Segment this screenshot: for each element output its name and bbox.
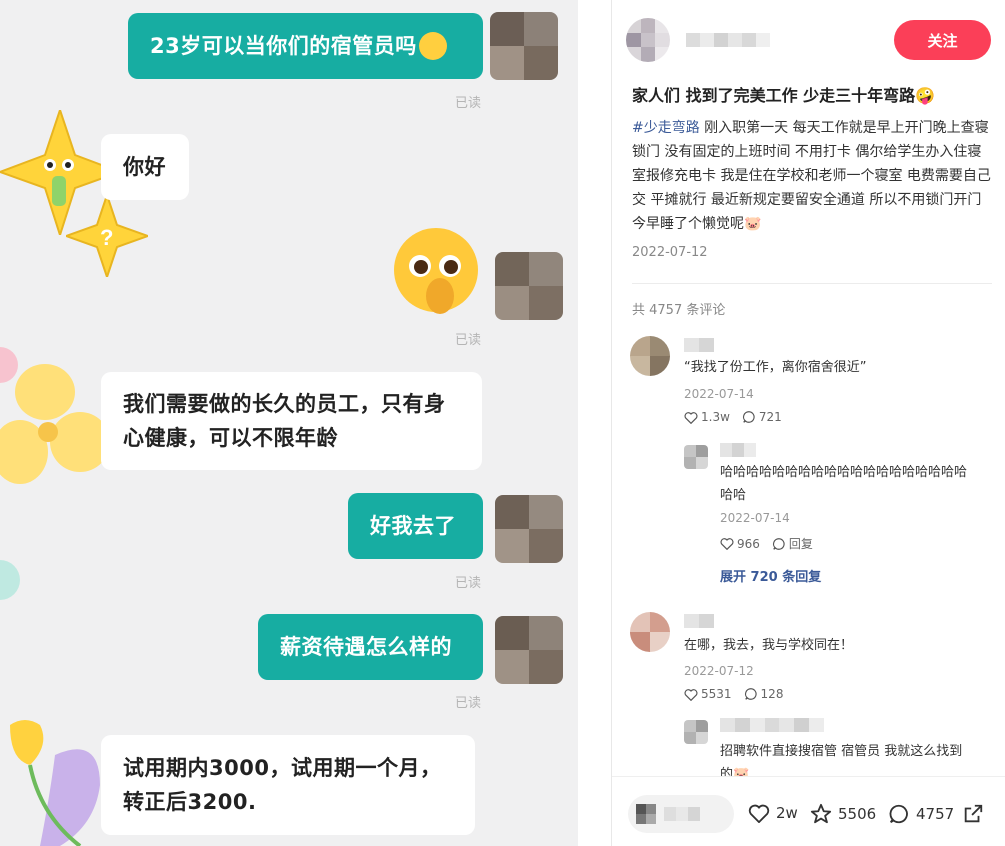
chat-message-outgoing: 薪资待遇怎么样的 xyxy=(258,614,483,680)
commenter-avatar[interactable] xyxy=(630,336,670,376)
reply-like-button[interactable]: 966 xyxy=(720,537,760,551)
replier-name[interactable] xyxy=(720,718,824,732)
avatar xyxy=(490,12,558,80)
share-button[interactable] xyxy=(962,803,990,825)
bottom-action-bar: 2w 5506 4757 xyxy=(612,776,1005,846)
comment-reply-button[interactable]: 128 xyxy=(744,687,783,701)
star-icon xyxy=(810,803,832,824)
comment-bubble-icon xyxy=(744,688,757,700)
share-icon xyxy=(964,804,983,823)
question-star-icon: ? xyxy=(66,195,148,277)
chat-message-outgoing: 23岁可以当你们的宿管员吗 xyxy=(128,13,483,79)
teal-blob-decoration xyxy=(0,560,20,600)
author-avatar[interactable] xyxy=(626,18,670,62)
svg-text:?: ? xyxy=(100,225,113,250)
comment-like-button[interactable]: 5531 xyxy=(684,687,732,701)
comment-text: “我找了份工作，离你宿舍很近” xyxy=(684,360,867,375)
avatar xyxy=(495,252,563,320)
comment-button[interactable]: 4757 xyxy=(888,803,954,825)
input-placeholder xyxy=(664,807,700,821)
follow-button[interactable]: 关注 xyxy=(894,20,991,60)
commenter-name[interactable] xyxy=(684,614,714,628)
read-status: 已读 xyxy=(455,696,482,711)
heart-icon xyxy=(684,688,698,701)
heart-icon xyxy=(684,411,698,424)
post-body: #少走弯路 刚入职第一天 每天工作就是早上开门晚上查寝锁门 没有固定的上班时间 … xyxy=(632,120,991,232)
chat-message-outgoing: 好我去了 xyxy=(348,493,483,559)
commenter-name[interactable] xyxy=(684,338,714,352)
expand-replies-link[interactable]: 展开 720 条回复 xyxy=(720,566,821,585)
reply-date: 2022-07-14 xyxy=(720,511,790,525)
reply-actions: 966 回复 xyxy=(720,535,825,552)
comment-text: 在哪，我去，我与学校同在！ xyxy=(684,638,854,653)
post-panel: 关注 家人们 找到了完美工作 少走三十年弯路🤪 #少走弯路 刚入职第一天 每天工… xyxy=(611,0,1005,846)
pleading-face-emoji xyxy=(394,228,478,314)
comment-count: 共 4757 条评论 xyxy=(632,303,726,318)
comment-bubble-icon xyxy=(889,804,908,824)
read-status: 已读 xyxy=(455,576,482,591)
read-status: 已读 xyxy=(455,333,482,348)
comment-actions: 1.3w 721 xyxy=(684,410,794,424)
reply-button[interactable]: 回复 xyxy=(772,535,813,552)
hashtag-link[interactable]: #少走弯路 xyxy=(632,120,700,136)
comment-reply-button[interactable]: 721 xyxy=(742,410,782,424)
divider xyxy=(632,283,992,284)
reply-text: 哈哈哈哈哈哈哈哈哈哈哈哈哈哈哈哈哈哈哈 哈哈 xyxy=(720,465,968,503)
chat-message-incoming: 我们需要做的长久的员工，只有身 心健康，可以不限年龄 xyxy=(101,372,482,470)
comment-like-button[interactable]: 1.3w xyxy=(684,410,730,424)
pleading-face-icon xyxy=(418,32,447,60)
comment-input[interactable] xyxy=(628,795,734,833)
post-title: 家人们 找到了完美工作 少走三十年弯路🤪 xyxy=(632,86,936,105)
replier-name[interactable] xyxy=(720,443,756,457)
chat-message-incoming: 你好 xyxy=(101,134,189,200)
replier-avatar[interactable] xyxy=(684,720,708,744)
post-date: 2022-07-12 xyxy=(632,245,708,260)
star-button[interactable]: 5506 xyxy=(810,803,876,825)
chat-message-incoming: 试用期内3000，试用期一个月， 转正后3200. xyxy=(101,735,475,835)
user-avatar xyxy=(636,804,656,824)
comment-bubble-icon xyxy=(772,537,785,550)
tulip-decoration xyxy=(10,720,100,846)
chat-image: 23岁可以当你们的宿管员吗 已读 ? 你好 已读 我们需要做的长久的员工，只有身… xyxy=(0,0,578,846)
like-button[interactable]: 2w xyxy=(748,803,798,823)
author-header[interactable] xyxy=(626,18,770,62)
comment-date: 2022-07-14 xyxy=(684,387,754,401)
comment-bubble-icon xyxy=(742,411,755,423)
read-status: 已读 xyxy=(455,96,482,111)
avatar xyxy=(495,495,563,563)
comment-actions: 5531 128 xyxy=(684,687,795,701)
heart-icon xyxy=(748,804,770,823)
author-name[interactable] xyxy=(686,33,770,47)
comment-date: 2022-07-12 xyxy=(684,664,754,678)
heart-icon xyxy=(720,538,734,550)
commenter-avatar[interactable] xyxy=(630,612,670,652)
avatar xyxy=(495,616,563,684)
flower-decoration xyxy=(0,364,110,484)
replier-avatar[interactable] xyxy=(684,445,708,469)
